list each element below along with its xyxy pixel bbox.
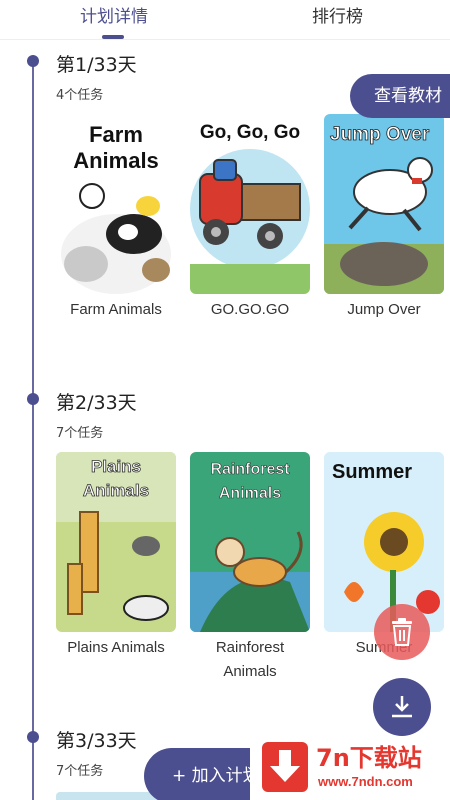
download-icon <box>392 696 412 718</box>
task-count: 4个任务 <box>56 88 104 103</box>
book-card[interactable]: Plains Animals Plains Animals <box>56 452 176 660</box>
book-title: Jump Over <box>347 301 421 318</box>
day-title: 第3/33天 <box>56 730 137 752</box>
book-cover[interactable]: Summer <box>324 452 444 632</box>
task-count: 7个任务 <box>56 764 104 779</box>
download-arrow-logo-icon <box>262 742 308 792</box>
book-title: Plains Animals <box>67 639 165 656</box>
tab-leaderboard[interactable]: 排行榜 <box>312 2 363 27</box>
book-title: Rainforest Animals <box>215 639 285 680</box>
cover-title: Jump Over <box>330 124 430 145</box>
day-title: 第1/33天 <box>56 54 137 76</box>
cover-title-line1: Plains <box>91 457 141 476</box>
cover-title-line2: Animals <box>73 148 159 173</box>
book-card[interactable]: Farm Animals Farm Animals <box>56 114 176 322</box>
book-cover[interactable]: Plains Animals <box>56 452 176 632</box>
cover-title-line2: Animals <box>83 481 149 500</box>
view-materials-button[interactable]: 查看教材 <box>350 74 450 118</box>
active-tab-indicator <box>102 35 124 39</box>
delete-button[interactable] <box>374 604 430 660</box>
day-title: 第2/33天 <box>56 392 137 414</box>
watermark: 7n下载站 www.7ndn.com <box>250 736 450 800</box>
cover-title: Summer <box>332 461 412 483</box>
cover-title-line1: Rainforest <box>210 461 290 478</box>
cover-title: Go, Go, Go <box>200 122 300 143</box>
watermark-url: www.7ndn.com <box>318 774 413 789</box>
cover-title-line2: Animals <box>219 485 281 502</box>
timeline-dot <box>27 393 39 405</box>
timeline-line <box>32 62 34 800</box>
book-cover[interactable]: Go, Go, Go <box>190 114 310 294</box>
book-card[interactable]: Rainforest Animals Rainforest Animals <box>190 452 310 684</box>
trash-icon <box>392 618 412 646</box>
book-cover[interactable]: Rainforest Animals <box>190 452 310 632</box>
book-card[interactable]: Jump Over Jump Over <box>324 114 444 322</box>
book-cover[interactable]: Farm Animals <box>56 114 176 294</box>
watermark-title: 7n下载站 <box>316 744 422 772</box>
timeline-dot <box>27 731 39 743</box>
book-cover[interactable]: Jump Over <box>324 114 444 294</box>
book-title: GO.GO.GO <box>210 301 290 318</box>
download-button[interactable] <box>373 678 431 736</box>
timeline-dot <box>27 55 39 67</box>
tab-plan-details[interactable]: 计划详情 <box>80 2 148 27</box>
tab-bar: 计划详情 排行榜 <box>0 0 450 40</box>
book-card[interactable]: Go, Go, Go GO.GO.GO <box>190 114 310 322</box>
cover-title-line1: Farm <box>89 122 143 147</box>
book-title: Farm Animals <box>70 301 162 318</box>
task-count: 7个任务 <box>56 426 104 441</box>
